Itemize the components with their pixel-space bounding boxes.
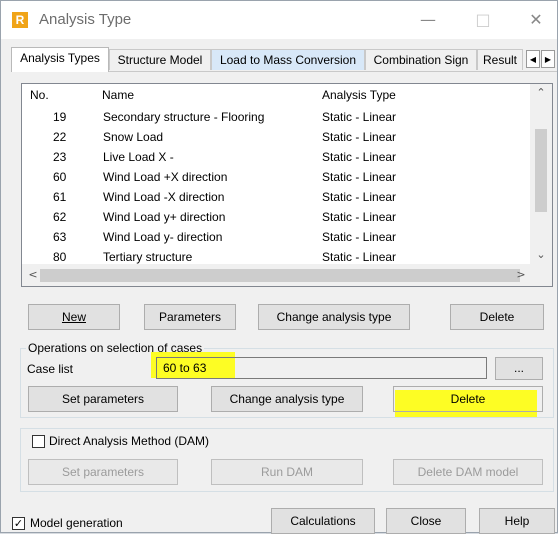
dam-checkbox[interactable]	[32, 435, 45, 448]
case-analysis-type: Static - Linear	[322, 250, 397, 264]
table-row[interactable]: 23 Live Load X - Static - Linear	[22, 148, 530, 168]
table-row[interactable]: 61 Wind Load -X direction Static - Linea…	[22, 188, 530, 208]
browse-cases-button[interactable]: ...	[495, 357, 543, 380]
column-header-name[interactable]: Name	[102, 88, 134, 102]
case-analysis-type: Static - Linear	[322, 130, 397, 144]
parameters-button[interactable]: Parameters	[144, 304, 236, 330]
tab-load-to-mass-conversion[interactable]: Load to Mass Conversion	[211, 49, 365, 70]
tab-combination-sign[interactable]: Combination Sign	[365, 49, 477, 70]
table-row[interactable]: 63 Wind Load y- direction Static - Linea…	[22, 228, 530, 248]
case-list-label: Case list	[27, 362, 74, 376]
case-list-input[interactable]: 60 to 63	[156, 357, 487, 379]
case-name: Secondary structure - Flooring	[103, 110, 265, 124]
case-name: Snow Load	[103, 130, 164, 144]
dam-set-parameters-button[interactable]: Set parameters	[28, 459, 178, 485]
help-button[interactable]: Help	[479, 508, 555, 534]
scroll-right-icon[interactable]: >	[510, 266, 532, 284]
column-header-no[interactable]: No.	[30, 88, 49, 102]
case-analysis-type: Static - Linear	[322, 210, 397, 224]
delete-dam-model-button[interactable]: Delete DAM model	[393, 459, 543, 485]
tab-structure-model[interactable]: Structure Model	[109, 49, 211, 70]
title-bar: R Analysis Type — □ ✕	[1, 1, 557, 39]
case-number: 19	[53, 110, 67, 124]
case-number: 23	[53, 150, 67, 164]
case-number: 61	[53, 190, 67, 204]
case-number: 63	[53, 230, 67, 244]
change-analysis-type-button[interactable]: Change analysis type	[258, 304, 410, 330]
analysis-cases-list[interactable]: No. Name Analysis Type 19 Secondary stru…	[21, 83, 553, 287]
case-name: Wind Load -X direction	[103, 190, 225, 204]
run-dam-button[interactable]: Run DAM	[211, 459, 363, 485]
set-parameters-button[interactable]: Set parameters	[28, 386, 178, 412]
calculations-button[interactable]: Calculations	[271, 508, 375, 534]
case-name: Live Load X -	[103, 150, 174, 164]
table-row[interactable]: 19 Secondary structure - Flooring Static…	[22, 108, 530, 128]
window-title: Analysis Type	[39, 11, 132, 28]
case-number: 22	[53, 130, 67, 144]
case-name: Wind Load y+ direction	[103, 210, 226, 224]
table-row[interactable]: 60 Wind Load +X direction Static - Linea…	[22, 168, 530, 188]
case-number: 60	[53, 170, 67, 184]
case-name: Wind Load +X direction	[103, 170, 228, 184]
tab-analysis-types[interactable]: Analysis Types	[11, 47, 109, 72]
table-row[interactable]: 22 Snow Load Static - Linear	[22, 128, 530, 148]
vertical-scrollbar[interactable]: ⌃ ⌄	[530, 84, 552, 264]
case-analysis-type: Static - Linear	[322, 170, 397, 184]
horizontal-scroll-thumb[interactable]	[40, 269, 520, 282]
model-generation-checkbox[interactable]: ✓	[12, 517, 25, 530]
case-analysis-type: Static - Linear	[322, 190, 397, 204]
scroll-down-icon[interactable]: ⌄	[530, 246, 552, 264]
case-analysis-type: Static - Linear	[322, 230, 397, 244]
robot-app-icon: R	[12, 12, 28, 28]
table-row[interactable]: 62 Wind Load y+ direction Static - Linea…	[22, 208, 530, 228]
close-window-button[interactable]: ✕	[524, 10, 548, 30]
case-number: 62	[53, 210, 67, 224]
new-button[interactable]: New	[28, 304, 120, 330]
case-analysis-type: Static - Linear	[322, 110, 397, 124]
case-name: Wind Load y- direction	[103, 230, 223, 244]
new-button-label: New	[61, 310, 86, 324]
tab-strip: Analysis Types Structure Model Load to M…	[11, 47, 557, 72]
model-generation-label: Model generation	[30, 516, 123, 530]
horizontal-scrollbar[interactable]: < >	[22, 264, 552, 286]
analysis-type-dialog: R Analysis Type — □ ✕ Analysis Types Str…	[0, 0, 558, 534]
close-button[interactable]: Close	[386, 508, 466, 534]
minimize-button[interactable]: —	[416, 10, 440, 30]
delete-button[interactable]: Delete	[450, 304, 544, 330]
dam-checkbox-label: Direct Analysis Method (DAM)	[49, 434, 210, 448]
vertical-scroll-thumb[interactable]	[535, 129, 547, 212]
selection-delete-button[interactable]: Delete	[393, 386, 543, 412]
tab-scroll-left-icon[interactable]: ◀	[526, 50, 540, 68]
column-header-analysis-type[interactable]: Analysis Type	[322, 88, 396, 102]
tab-result[interactable]: Result	[477, 49, 523, 70]
case-name: Tertiary structure	[103, 250, 193, 264]
case-number: 80	[53, 250, 67, 264]
tab-scroll-right-icon[interactable]: ▶	[541, 50, 555, 68]
maximize-button[interactable]: □	[471, 10, 495, 30]
case-analysis-type: Static - Linear	[322, 150, 397, 164]
selection-change-analysis-type-button[interactable]: Change analysis type	[211, 386, 363, 412]
scroll-up-icon[interactable]: ⌃	[530, 84, 552, 102]
